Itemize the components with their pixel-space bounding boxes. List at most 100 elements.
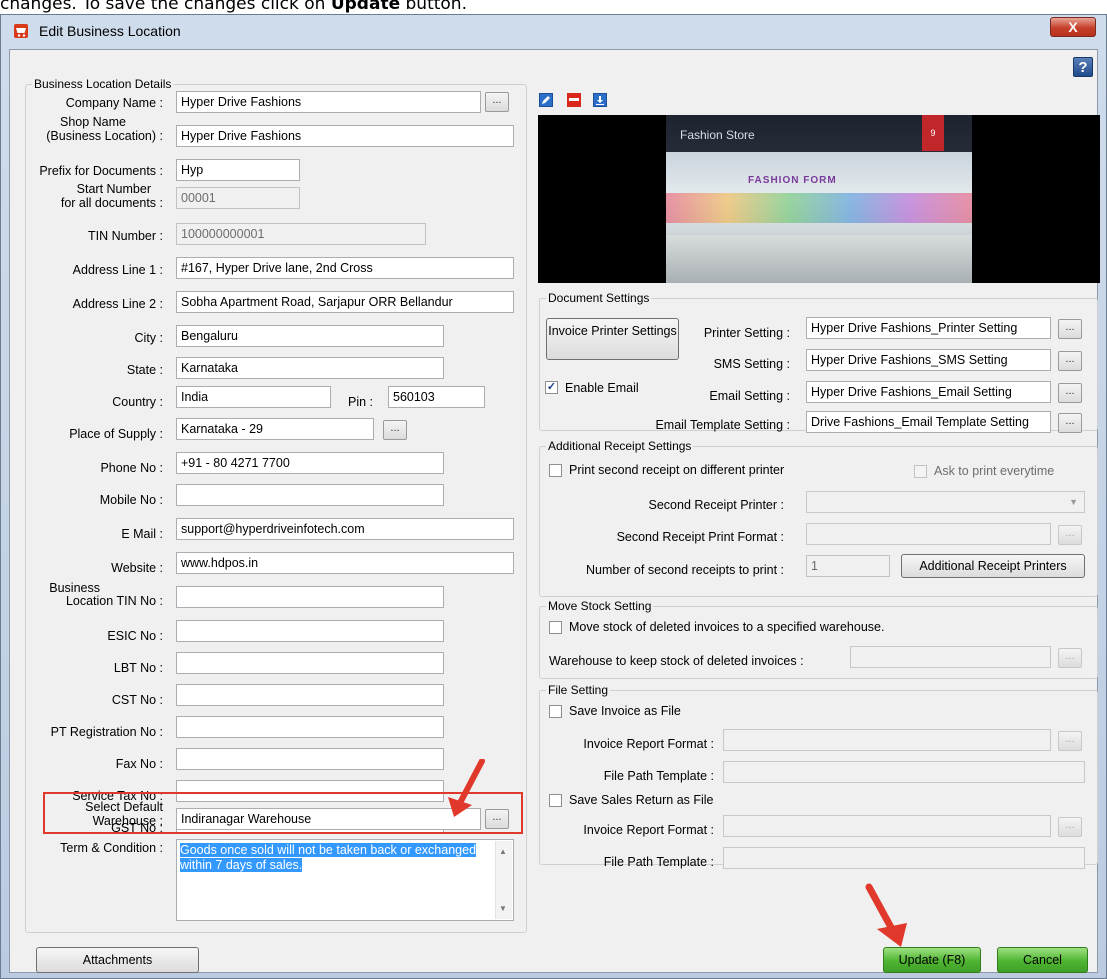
mobile-field[interactable] xyxy=(176,484,444,506)
address-line-2-field[interactable]: Sobha Apartment Road, Sarjapur ORR Bella… xyxy=(176,291,514,313)
location-image: Fashion Store 9 FASHION FORM xyxy=(538,115,1100,283)
company-name-field[interactable]: Hyper Drive Fashions xyxy=(176,91,481,113)
lbt-field[interactable] xyxy=(176,652,444,674)
sms-setting-field[interactable]: Hyper Drive Fashions_SMS Setting xyxy=(806,349,1051,371)
print-second-label: Print second receipt on different printe… xyxy=(569,463,785,477)
pt-registration-field[interactable] xyxy=(176,716,444,738)
edit-image-icon[interactable] xyxy=(539,93,553,107)
invoice-printer-settings-button[interactable]: Invoice Printer Settings xyxy=(546,318,679,360)
second-format-browse-button: ... xyxy=(1058,525,1082,545)
website-label: Website : xyxy=(111,561,163,575)
phone-label: Phone No : xyxy=(100,461,163,475)
country-field[interactable]: India xyxy=(176,386,331,408)
stock-warehouse-field xyxy=(850,646,1051,668)
email-browse-button[interactable]: ... xyxy=(1058,383,1082,403)
move-stock-label: Move stock of deleted invoices to a spec… xyxy=(569,620,885,634)
store-tag: 9 xyxy=(922,115,944,151)
return-path-label: File Path Template : xyxy=(603,855,714,869)
lbt-label: LBT No : xyxy=(113,661,163,675)
save-invoice-label: Save Invoice as File xyxy=(569,704,681,718)
start-number-field: 00001 xyxy=(176,187,300,209)
receipt-count-label: Number of second receipts to print : xyxy=(585,563,784,577)
business-tin-label-1: Business xyxy=(49,581,100,595)
email-template-browse-button[interactable]: ... xyxy=(1058,413,1082,433)
pin-field[interactable]: 560103 xyxy=(388,386,485,408)
sms-setting-label: SMS Setting : xyxy=(713,357,790,371)
enable-email-label: Enable Email xyxy=(565,381,639,395)
move-stock-checkbox[interactable] xyxy=(549,621,562,634)
chevron-down-icon: ▼ xyxy=(1069,497,1078,507)
cancel-button[interactable]: Cancel xyxy=(997,947,1088,973)
second-format-label: Second Receipt Print Format : xyxy=(616,530,784,544)
email-field[interactable]: support@hyperdriveinfotech.com xyxy=(176,518,514,540)
document-settings-legend: Document Settings xyxy=(548,291,650,305)
city-field[interactable]: Bengaluru xyxy=(176,325,444,347)
esic-field[interactable] xyxy=(176,620,444,642)
ask-every-label: Ask to print everytime xyxy=(934,464,1055,478)
instruction-text-end: button. xyxy=(400,0,468,14)
return-format-label: Invoice Report Format : xyxy=(583,823,714,837)
pt-registration-label: PT Registration No : xyxy=(50,725,163,739)
prefix-field[interactable]: Hyp xyxy=(176,159,300,181)
state-label: State : xyxy=(126,363,163,377)
email-setting-field[interactable]: Hyper Drive Fashions_Email Setting xyxy=(806,381,1051,403)
printer-browse-button[interactable]: ... xyxy=(1058,319,1082,339)
window-title: Edit Business Location xyxy=(39,23,181,39)
tin-label: TIN Number : xyxy=(87,229,163,243)
terms-label: Term & Condition : xyxy=(60,841,163,855)
remove-image-icon[interactable] xyxy=(567,93,581,107)
download-image-icon[interactable] xyxy=(593,93,607,107)
store-caption: Fashion Store xyxy=(680,128,755,142)
company-browse-button[interactable]: ... xyxy=(485,92,509,112)
additional-receipt-printers-button[interactable]: Additional Receipt Printers xyxy=(901,554,1085,578)
save-return-label: Save Sales Return as File xyxy=(569,793,714,807)
fax-field[interactable] xyxy=(176,748,444,770)
stock-warehouse-label: Warehouse to keep stock of deleted invoi… xyxy=(549,654,804,668)
scroll-down-icon[interactable]: ▼ xyxy=(499,904,507,913)
stock-warehouse-browse-button: ... xyxy=(1058,648,1082,668)
shop-name-field[interactable]: Hyper Drive Fashions xyxy=(176,125,514,147)
close-button[interactable]: X xyxy=(1050,17,1096,37)
ask-every-checkbox xyxy=(914,465,927,478)
enable-email-checkbox[interactable]: ✓ xyxy=(545,381,558,394)
address-line-1-field[interactable]: #167, Hyper Drive lane, 2nd Cross xyxy=(176,257,514,279)
business-tin-label-2: Location TIN No : xyxy=(65,594,163,608)
save-invoice-checkbox[interactable] xyxy=(549,705,562,718)
supply-browse-button[interactable]: ... xyxy=(383,420,407,440)
file-setting-legend: File Setting xyxy=(548,683,609,697)
phone-field[interactable]: +91 - 80 4271 7700 xyxy=(176,452,444,474)
printer-setting-field[interactable]: Hyper Drive Fashions_Printer Setting xyxy=(806,317,1051,339)
cart-icon xyxy=(14,24,28,38)
terms-text: Goods once sold will not be taken back o… xyxy=(180,843,477,872)
place-of-supply-field[interactable]: Karnataka - 29 xyxy=(176,418,374,440)
mobile-label: Mobile No : xyxy=(99,493,163,507)
state-field[interactable]: Karnataka xyxy=(176,357,444,379)
esic-label: ESIC No : xyxy=(107,629,163,643)
store-displays xyxy=(666,193,972,223)
warehouse-field[interactable]: Indiranagar Warehouse xyxy=(176,808,481,830)
return-path-field xyxy=(723,847,1085,869)
scroll-up-icon[interactable]: ▲ xyxy=(499,847,507,856)
receipt-count-field: 1 xyxy=(806,555,890,577)
printer-setting-label: Printer Setting : xyxy=(703,326,790,340)
instruction-text-bold: Update xyxy=(330,0,401,14)
prefix-label: Prefix for Documents : xyxy=(39,164,163,178)
store-photo: Fashion Store 9 FASHION FORM xyxy=(666,115,972,283)
print-second-checkbox[interactable] xyxy=(549,464,562,477)
attachments-button[interactable]: Attachments xyxy=(36,947,199,973)
tin-field: 100000000001 xyxy=(176,223,426,245)
terms-scrollbar[interactable]: ▲ ▼ xyxy=(495,841,512,919)
help-button[interactable]: ? xyxy=(1073,57,1093,77)
city-label: City : xyxy=(134,331,163,345)
email-template-field[interactable]: Drive Fashions_Email Template Setting xyxy=(806,411,1051,433)
terms-textarea[interactable]: Goods once sold will not be taken back o… xyxy=(176,839,514,921)
website-field[interactable]: www.hdpos.in xyxy=(176,552,514,574)
pin-label: Pin : xyxy=(348,395,374,409)
cst-field[interactable] xyxy=(176,684,444,706)
sms-browse-button[interactable]: ... xyxy=(1058,351,1082,371)
update-button[interactable]: Update (F8) xyxy=(883,947,981,973)
business-tin-field[interactable] xyxy=(176,586,444,608)
cst-label: CST No : xyxy=(111,693,163,707)
save-return-checkbox[interactable] xyxy=(549,794,562,807)
invoice-printer-settings-label: Invoice Printer Settings xyxy=(548,324,677,338)
